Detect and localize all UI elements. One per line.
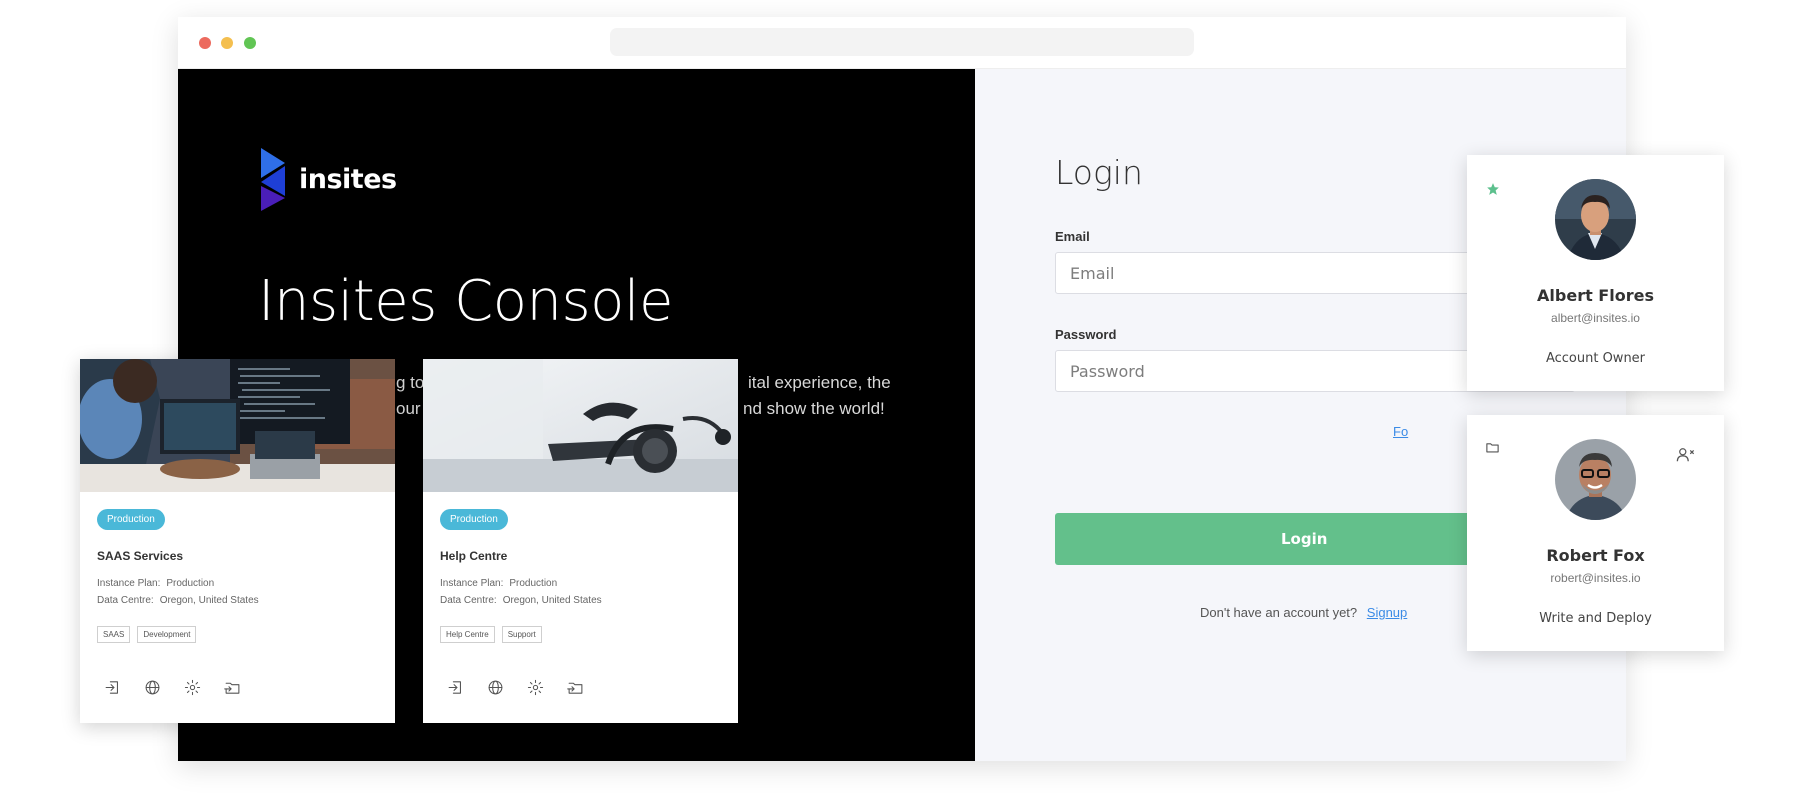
profile-role: Write and Deploy	[1539, 611, 1652, 626]
instance-datacentre: Data Centre: Oregon, United States	[440, 595, 602, 606]
developer-workstation-image	[80, 359, 395, 492]
forgot-password-link[interactable]: Fo	[1393, 424, 1408, 439]
tag[interactable]: Help Centre	[440, 626, 495, 643]
intro-line: ital experience, the	[748, 373, 891, 392]
instance-card-saas-services[interactable]: Production SAAS Services Instance Plan: P…	[80, 359, 395, 723]
tag[interactable]: Support	[501, 626, 542, 643]
globe-icon[interactable]	[144, 679, 161, 696]
instance-actions	[104, 679, 241, 696]
profile-card-albert-flores[interactable]: Albert Flores albert@insites.io Account …	[1467, 155, 1724, 391]
folder-import-icon[interactable]	[567, 679, 584, 696]
instance-plan-label: Instance Plan:	[97, 578, 161, 589]
instance-title: SAAS Services	[97, 549, 184, 563]
instance-actions	[447, 679, 584, 696]
settings-icon[interactable]	[527, 679, 544, 696]
browser-window: insites Insites Console g to ital experi…	[178, 17, 1626, 761]
signup-row: Don't have an account yet? Signup	[1200, 605, 1407, 620]
profile-role: Account Owner	[1545, 351, 1646, 366]
instance-plan: Instance Plan: Production	[440, 578, 557, 589]
stage: insites Insites Console g to ital experi…	[0, 0, 1794, 800]
datacentre-value: Oregon, United States	[159, 595, 259, 606]
signup-link[interactable]: Signup	[1367, 605, 1407, 620]
tag[interactable]: Development	[137, 626, 197, 643]
insites-logo-icon	[261, 148, 285, 211]
datacentre-value: Oregon, United States	[502, 595, 602, 606]
profile-name: Albert Flores	[1537, 286, 1654, 305]
login-icon[interactable]	[104, 679, 121, 696]
email-label: Email	[1055, 229, 1090, 244]
status-badge: Production	[97, 509, 165, 530]
login-icon[interactable]	[447, 679, 464, 696]
intro-line: g to	[396, 373, 425, 392]
instance-card-help-centre[interactable]: Production Help Centre Instance Plan: Pro…	[423, 359, 738, 723]
instance-title: Help Centre	[440, 549, 508, 563]
tag[interactable]: SAAS	[97, 626, 131, 643]
globe-icon[interactable]	[487, 679, 504, 696]
instance-plan-label: Instance Plan:	[440, 578, 504, 589]
insites-logo: insites	[259, 148, 397, 211]
headset-phone-image	[423, 359, 738, 492]
maximize-window-button[interactable]	[244, 37, 256, 49]
folder-import-icon[interactable]	[224, 679, 241, 696]
address-bar[interactable]	[610, 28, 1194, 56]
password-label: Password	[1055, 327, 1117, 342]
remove-user-icon[interactable]	[1676, 446, 1695, 463]
folder-icon[interactable]	[1485, 440, 1500, 455]
profile-email: albert@insites.io	[1551, 311, 1640, 325]
datacentre-label: Data Centre:	[440, 595, 497, 606]
settings-icon[interactable]	[184, 679, 201, 696]
browser-chrome	[178, 17, 1626, 69]
avatar	[1555, 179, 1636, 260]
instance-plan: Instance Plan: Production	[97, 578, 214, 589]
intro-line: nd show the world!	[743, 399, 885, 418]
intro-line: our	[396, 399, 421, 418]
tag-list: SAAS Development	[97, 626, 197, 643]
status-badge: Production	[440, 509, 508, 530]
signup-prompt: Don't have an account yet?	[1200, 605, 1358, 620]
minimize-window-button[interactable]	[221, 37, 233, 49]
datacentre-label: Data Centre:	[97, 595, 154, 606]
console-title: Insites Console	[258, 269, 673, 334]
instance-datacentre: Data Centre: Oregon, United States	[97, 595, 259, 606]
profile-card-robert-fox[interactable]: Robert Fox robert@insites.io Write and D…	[1467, 415, 1724, 651]
profile-name: Robert Fox	[1546, 546, 1645, 565]
star-icon[interactable]	[1486, 182, 1500, 196]
profile-email: robert@insites.io	[1550, 571, 1641, 585]
close-window-button[interactable]	[199, 37, 211, 49]
login-title: Login	[1055, 153, 1143, 192]
tag-list: Help Centre Support	[440, 626, 542, 643]
avatar	[1555, 439, 1636, 520]
logo-wordmark: insites	[299, 164, 397, 195]
instance-plan-value: Production	[509, 578, 558, 589]
instance-plan-value: Production	[166, 578, 215, 589]
